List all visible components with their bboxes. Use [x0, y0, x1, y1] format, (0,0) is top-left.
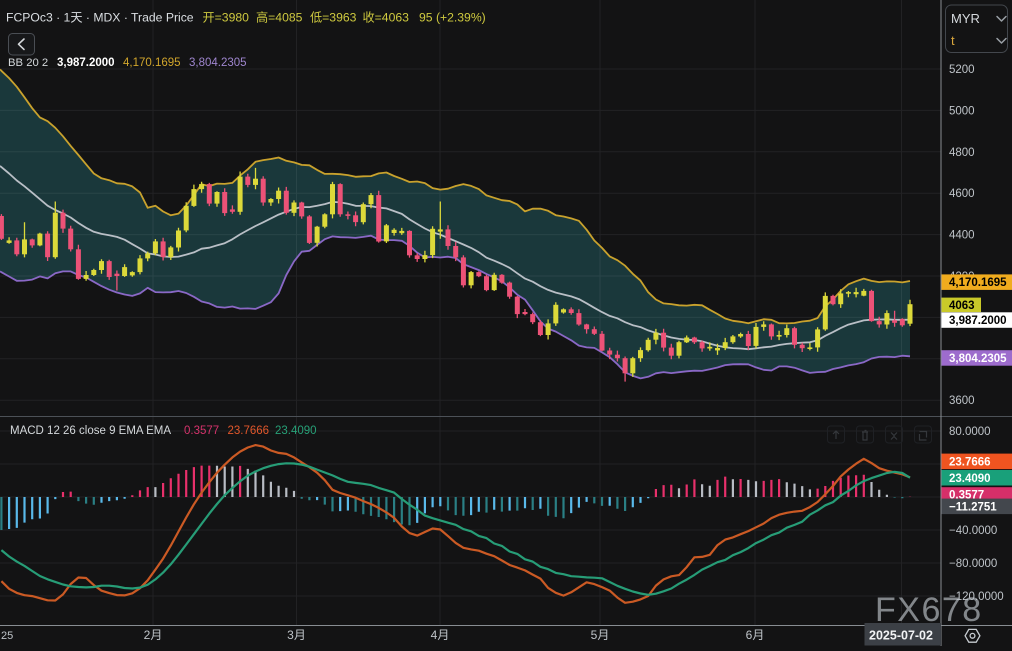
svg-text:MACD 12 26 close 9 EMA EMA: MACD 12 26 close 9 EMA EMA [10, 425, 171, 437]
svg-text:3,987.2000: 3,987.2000 [949, 315, 1007, 327]
svg-text:4,170.1695: 4,170.1695 [123, 57, 181, 69]
svg-text:2025-07-02: 2025-07-02 [869, 629, 933, 643]
svg-text:23.4090: 23.4090 [275, 425, 317, 437]
svg-text:FX678: FX678 [875, 591, 983, 629]
svg-text:3,804.2305: 3,804.2305 [189, 57, 247, 69]
svg-text:低=3963: 低=3963 [310, 11, 357, 25]
svg-text:MYR: MYR [951, 11, 980, 26]
svg-text:23.4090: 23.4090 [949, 473, 991, 485]
svg-text:−80.0000: −80.0000 [949, 558, 997, 570]
svg-text:5月: 5月 [591, 628, 610, 642]
svg-text:t: t [951, 33, 955, 48]
svg-text:5000: 5000 [949, 105, 975, 117]
svg-text:5200: 5200 [949, 64, 975, 76]
svg-text:3600: 3600 [949, 395, 975, 407]
svg-text:BB 20 2: BB 20 2 [8, 57, 48, 69]
svg-text:95 (+2.39%): 95 (+2.39%) [419, 11, 486, 25]
svg-text:FCPOc3 · 1天 · MDX · Trade Pric: FCPOc3 · 1天 · MDX · Trade Price [6, 11, 194, 25]
svg-text:高=4085: 高=4085 [256, 10, 303, 25]
svg-text:4月: 4月 [431, 628, 450, 642]
svg-text:开=3980: 开=3980 [203, 11, 250, 25]
svg-text:3月: 3月 [287, 628, 306, 642]
svg-text:23.7666: 23.7666 [228, 425, 270, 437]
svg-text:4,170.1695: 4,170.1695 [949, 277, 1007, 289]
svg-text:25: 25 [1, 630, 13, 642]
svg-text:收=4063: 收=4063 [363, 11, 410, 25]
svg-text:0.3577: 0.3577 [184, 425, 219, 437]
svg-text:4600: 4600 [949, 188, 975, 200]
svg-text:23.7666: 23.7666 [949, 456, 991, 468]
svg-text:6月: 6月 [746, 628, 765, 642]
svg-text:−40.0000: −40.0000 [949, 525, 997, 537]
svg-text:80.0000: 80.0000 [949, 426, 991, 438]
svg-text:4800: 4800 [949, 147, 975, 159]
svg-text:4063: 4063 [949, 300, 975, 312]
svg-text:3,987.2000: 3,987.2000 [57, 57, 115, 69]
svg-text:4400: 4400 [949, 230, 975, 242]
svg-text:3,804.2305: 3,804.2305 [949, 353, 1007, 365]
svg-text:2月: 2月 [144, 628, 163, 642]
svg-text:−11.2751: −11.2751 [949, 501, 997, 513]
